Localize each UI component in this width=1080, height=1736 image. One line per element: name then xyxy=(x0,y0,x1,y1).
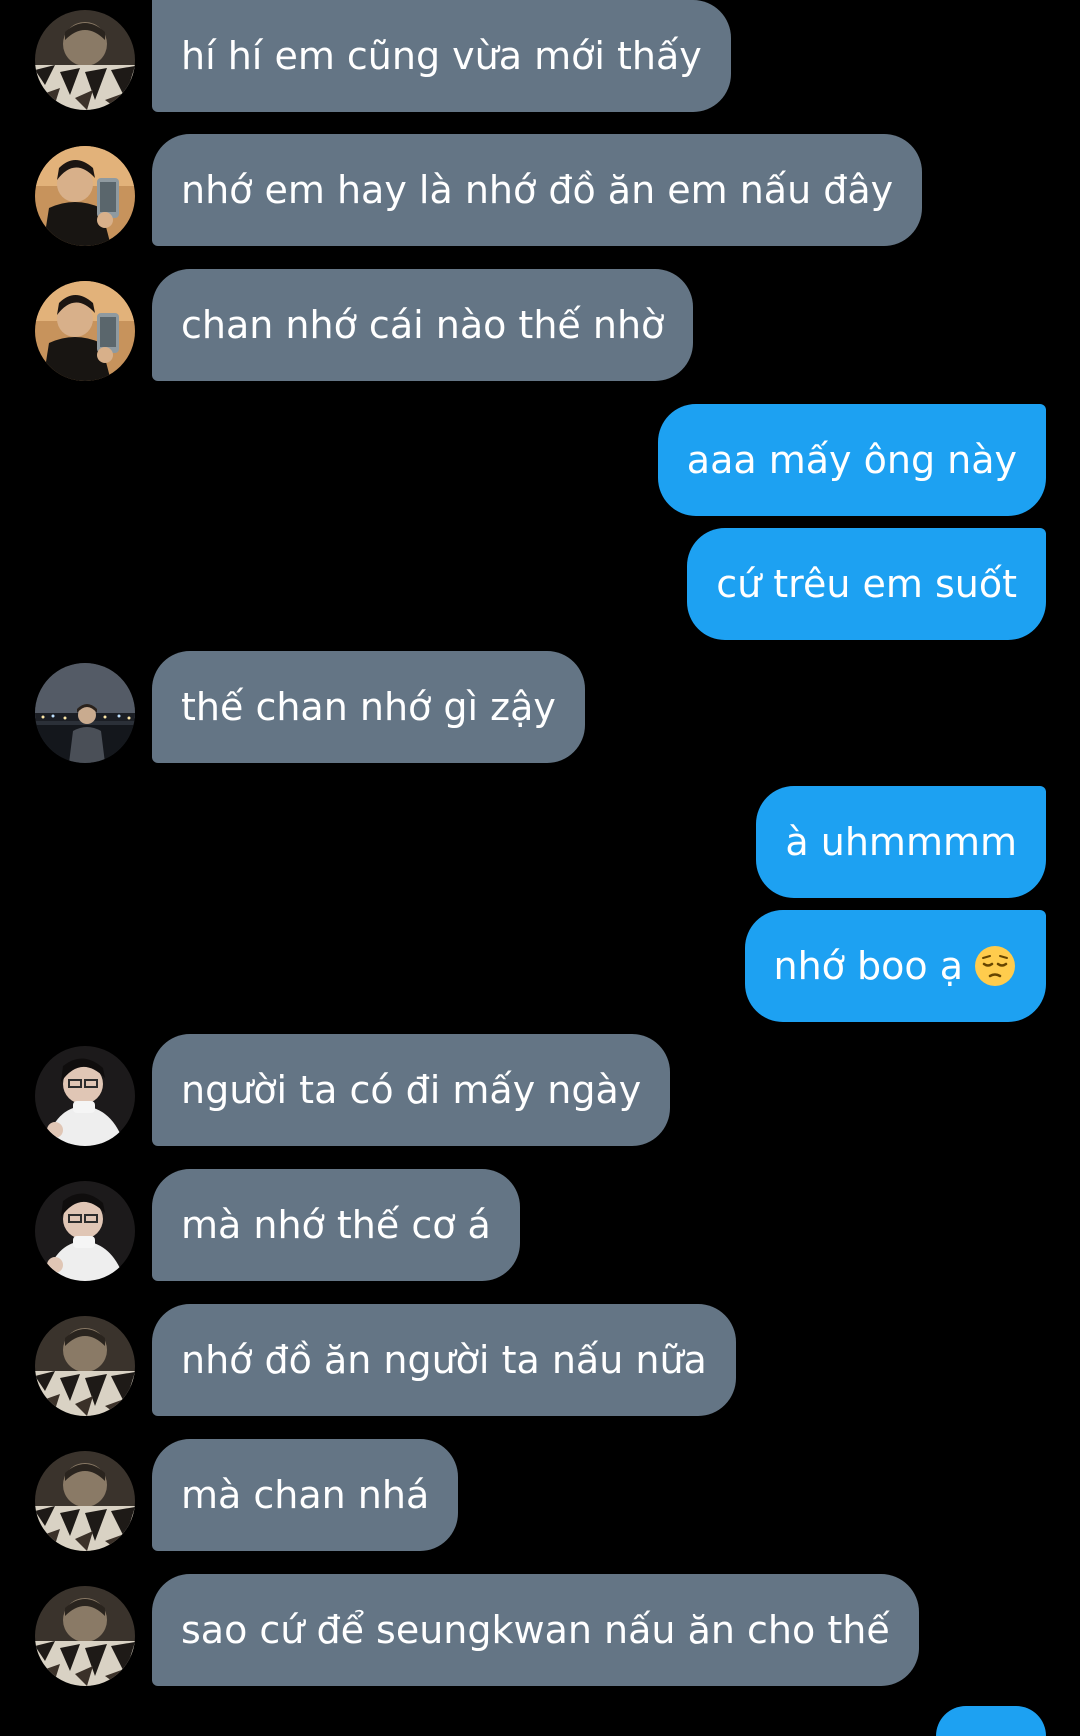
message-text: hí hí em cũng vừa mới thấy xyxy=(181,34,702,78)
message-bubble-outgoing[interactable]: cứ trêu em suốt xyxy=(687,528,1046,640)
avatar-white-turtleneck[interactable] xyxy=(35,1181,135,1281)
message-text: mà chan nhá xyxy=(181,1473,430,1517)
message-bubble-incoming[interactable]: chan nhớ cái nào thế nhờ xyxy=(152,269,694,381)
message-text: nhớ boo ạ xyxy=(773,944,963,988)
message-bubble-incoming[interactable]: nhớ đồ ăn người ta nấu nữa xyxy=(152,1304,736,1416)
message-text: sao cứ để seungkwan nấu ăn cho thế xyxy=(181,1608,890,1652)
avatar-white-turtleneck[interactable] xyxy=(35,1046,135,1146)
avatar-phone-selfie[interactable] xyxy=(35,281,135,381)
message-bubble-incoming[interactable]: sao cứ để seungkwan nấu ăn cho thế xyxy=(152,1574,919,1686)
avatar-striped-blanket[interactable] xyxy=(35,10,135,110)
message-text: nhớ em hay là nhớ đồ ăn em nấu đây xyxy=(181,168,894,212)
message-text: à uhmmmm xyxy=(785,820,1017,864)
message-bubble-incoming[interactable]: mà chan nhá xyxy=(152,1439,459,1551)
message-bubble-outgoing[interactable]: nhớ boo ạ xyxy=(744,910,1046,1022)
message-text: cứ trêu em suốt xyxy=(716,562,1017,606)
message-bubble-outgoing-partial[interactable] xyxy=(936,1706,1046,1736)
message-bubble-incoming[interactable]: hí hí em cũng vừa mới thấy xyxy=(152,0,731,112)
avatar-striped-blanket[interactable] xyxy=(35,1451,135,1551)
pensive-face-emoji xyxy=(973,944,1017,988)
message-bubble-incoming[interactable]: người ta có đi mấy ngày xyxy=(152,1034,671,1146)
message-bubble-outgoing[interactable]: à uhmmmm xyxy=(756,786,1046,898)
avatar-phone-selfie[interactable] xyxy=(35,146,135,246)
message-text: người ta có đi mấy ngày xyxy=(181,1068,642,1112)
avatar-night-city[interactable] xyxy=(35,663,135,763)
message-text: aaa mấy ông này xyxy=(686,438,1017,482)
avatar-striped-blanket[interactable] xyxy=(35,1586,135,1686)
message-bubble-incoming[interactable]: thế chan nhớ gì zậy xyxy=(152,651,585,763)
message-bubble-outgoing[interactable]: aaa mấy ông này xyxy=(657,404,1046,516)
chat-thread: hí hí em cũng vừa mới thấy nhớ em hay là… xyxy=(0,0,1080,1736)
message-text: mà nhớ thế cơ á xyxy=(181,1203,491,1247)
avatar-striped-blanket[interactable] xyxy=(35,1316,135,1416)
message-text: chan nhớ cái nào thế nhờ xyxy=(181,303,665,347)
message-text: thế chan nhớ gì zậy xyxy=(181,685,556,729)
message-text: nhớ đồ ăn người ta nấu nữa xyxy=(181,1338,707,1382)
message-bubble-incoming[interactable]: nhớ em hay là nhớ đồ ăn em nấu đây xyxy=(152,134,923,246)
message-bubble-incoming[interactable]: mà nhớ thế cơ á xyxy=(152,1169,520,1281)
